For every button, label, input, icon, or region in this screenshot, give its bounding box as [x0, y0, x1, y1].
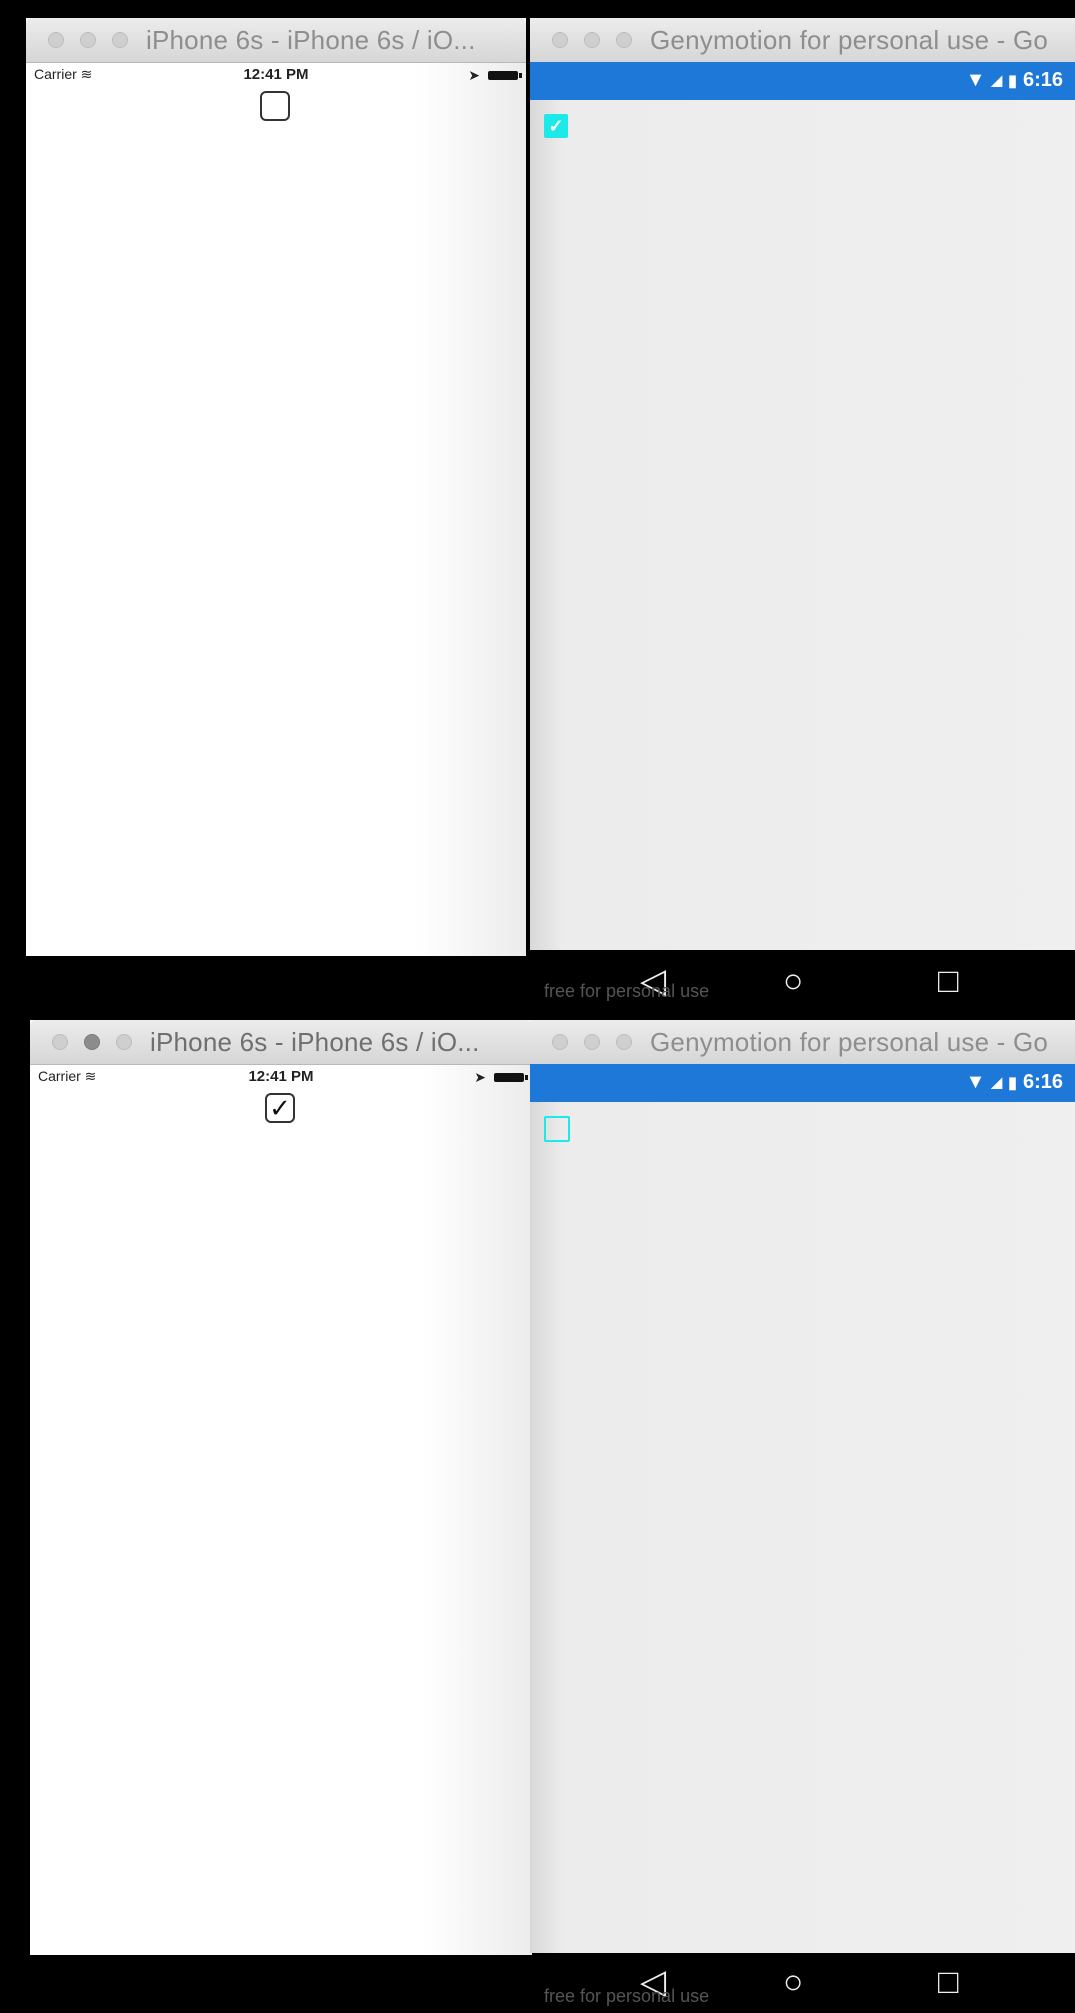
android-status-bar: ▼ ◢ ▮ 6:16	[530, 62, 1075, 100]
android-navbar-bottom: ◁ ○ □ free for personal use	[530, 1957, 1075, 2013]
zoom-window-button[interactable]	[112, 32, 128, 48]
recents-button[interactable]: □	[938, 964, 959, 998]
ios-screen: Carrier ≋ 12:41 PM ➤	[26, 63, 526, 956]
android-screen	[530, 1102, 1075, 1953]
home-button[interactable]: ○	[783, 1965, 804, 1999]
ios-simulator-window-bottom: iPhone 6s - iPhone 6s / iO... Carrier ≋ …	[30, 1020, 532, 1955]
battery-icon	[488, 71, 522, 80]
check-icon: ✓	[548, 115, 564, 136]
status-time: 12:41 PM	[248, 1068, 314, 1085]
location-arrow-icon: ➤	[468, 67, 480, 83]
wifi-icon: ▼	[965, 69, 986, 91]
genymotion-window-top: Genymotion for personal use - Go ▼ ◢ ▮ 6…	[530, 18, 1075, 950]
signal-icon: ◢	[991, 1074, 1003, 1090]
home-button[interactable]: ○	[783, 964, 804, 998]
location-arrow-icon: ➤	[474, 1069, 486, 1085]
android-status-bar: ▼ ◢ ▮ 6:16	[530, 1064, 1075, 1102]
recents-button[interactable]: □	[938, 1965, 959, 1999]
ios-status-bar: Carrier ≋ 12:41 PM ➤	[26, 63, 526, 87]
minimize-window-button[interactable]	[80, 32, 96, 48]
status-clock: 6:16	[1022, 69, 1063, 91]
close-window-button[interactable]	[552, 1034, 568, 1050]
ios-screen: Carrier ≋ 12:41 PM ➤ ✓	[30, 1065, 532, 1955]
genymotion-window-bottom: Genymotion for personal use - Go ▼ ◢ ▮ 6…	[530, 1020, 1075, 1953]
genymotion-window-titlebar[interactable]: Genymotion for personal use - Go	[530, 18, 1075, 63]
watermark-text: free for personal use	[544, 1986, 710, 2006]
window-title: iPhone 6s - iPhone 6s / iO...	[146, 24, 476, 55]
android-navbar-top: ◁ ○ □ free for personal use	[530, 956, 1075, 1008]
minimize-window-button[interactable]	[84, 1034, 100, 1050]
ios-window-titlebar[interactable]: iPhone 6s - iPhone 6s / iO...	[26, 18, 526, 63]
window-title: iPhone 6s - iPhone 6s / iO...	[150, 1026, 480, 1057]
checkbox-unchecked[interactable]	[260, 91, 290, 121]
battery-icon	[494, 1073, 528, 1082]
ios-simulator-window-top: iPhone 6s - iPhone 6s / iO... Carrier ≋ …	[26, 18, 526, 956]
android-screen: ✓	[530, 100, 1075, 950]
ios-window-titlebar[interactable]: iPhone 6s - iPhone 6s / iO...	[30, 1020, 532, 1065]
close-window-button[interactable]	[552, 32, 568, 48]
checkbox-checked[interactable]: ✓	[265, 1093, 295, 1123]
status-time: 12:41 PM	[243, 66, 309, 83]
ios-status-bar: Carrier ≋ 12:41 PM ➤	[30, 1065, 532, 1089]
check-icon: ✓	[269, 1093, 291, 1123]
window-title: Genymotion for personal use - Go	[650, 1026, 1049, 1057]
checkbox-checked[interactable]: ✓	[544, 114, 568, 138]
zoom-window-button[interactable]	[616, 32, 632, 48]
battery-icon: ▮	[1008, 1074, 1017, 1092]
close-window-button[interactable]	[52, 1034, 68, 1050]
minimize-window-button[interactable]	[584, 32, 600, 48]
checkbox-unchecked[interactable]	[544, 1116, 570, 1142]
battery-icon: ▮	[1008, 72, 1017, 90]
window-title: Genymotion for personal use - Go	[650, 24, 1049, 55]
zoom-window-button[interactable]	[616, 1034, 632, 1050]
watermark-text: free for personal use	[544, 981, 710, 1001]
minimize-window-button[interactable]	[584, 1034, 600, 1050]
close-window-button[interactable]	[48, 32, 64, 48]
genymotion-window-titlebar[interactable]: Genymotion for personal use - Go	[530, 1020, 1075, 1065]
status-clock: 6:16	[1022, 1071, 1063, 1093]
wifi-icon: ▼	[965, 1071, 986, 1093]
zoom-window-button[interactable]	[116, 1034, 132, 1050]
signal-icon: ◢	[991, 72, 1003, 88]
